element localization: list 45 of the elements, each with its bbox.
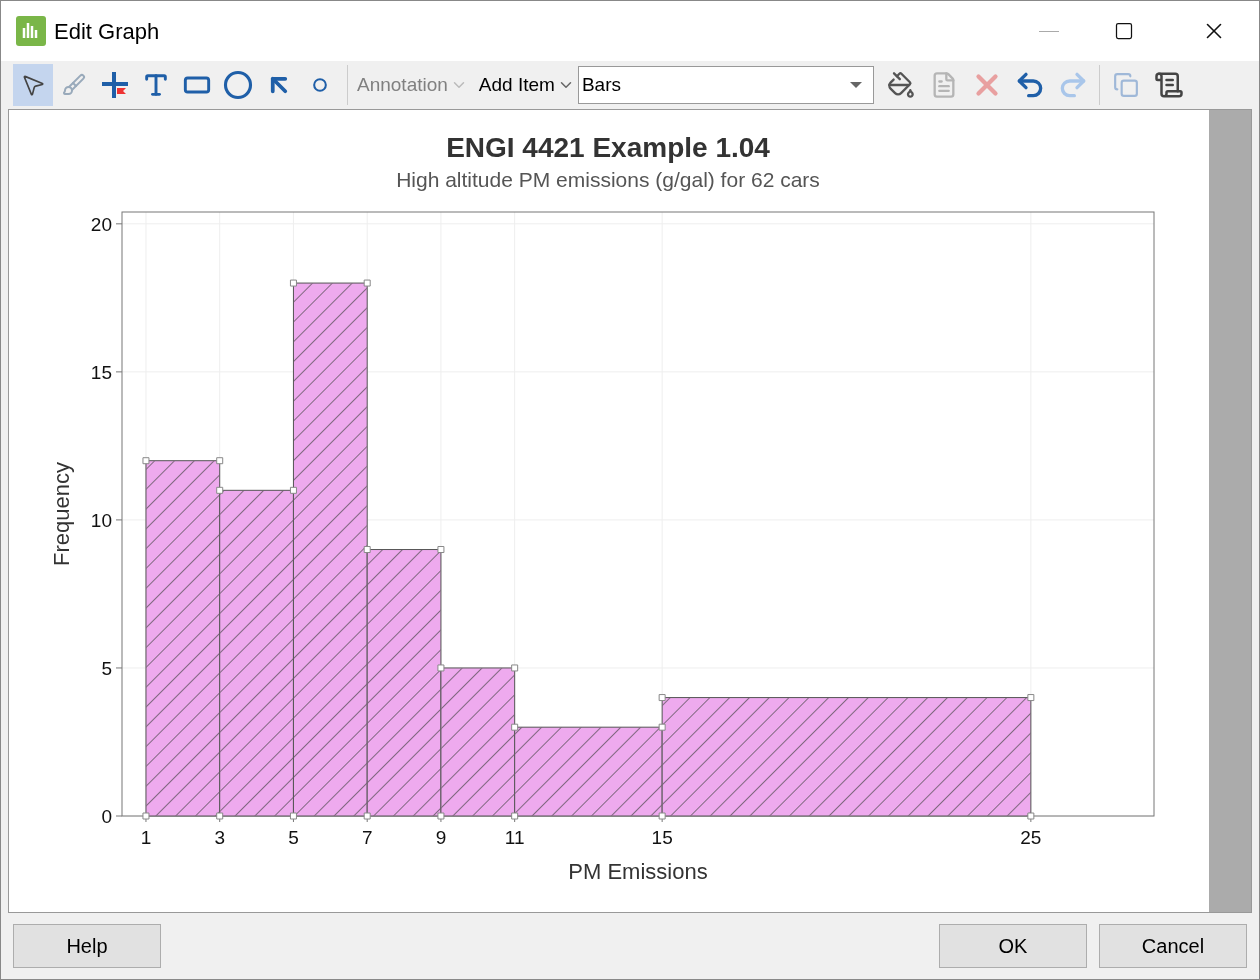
histogram-bar[interactable] [145, 460, 221, 817]
maximize-icon [1114, 21, 1134, 41]
ok-button[interactable]: OK [939, 924, 1087, 968]
window-title: Edit Graph [54, 17, 160, 46]
cancel-button[interactable]: Cancel [1099, 924, 1247, 968]
histogram-bar[interactable] [661, 697, 1032, 817]
app-logo-icon [16, 16, 46, 46]
text-icon [142, 71, 170, 99]
x-tick-label: 25 [1020, 827, 1042, 848]
paint-bucket-icon [886, 71, 915, 99]
scrollbar[interactable] [1209, 110, 1251, 912]
dropdown-value: Bars [581, 72, 622, 97]
y-tick-label: 15 [90, 361, 112, 383]
x-tick-label: 11 [504, 827, 525, 848]
histogram-bar[interactable] [292, 282, 368, 817]
dot-icon [313, 78, 327, 92]
copy-icon [1112, 72, 1139, 98]
brush-icon [62, 73, 86, 97]
y-tick-label: 20 [90, 213, 112, 235]
x-tick-label: 3 [214, 827, 225, 848]
y-tick-label: 10 [90, 509, 112, 531]
crosshair-flag-icon [100, 70, 130, 100]
chart-title: ENGI 4421 Example 1.04 [446, 132, 770, 163]
x-tick-label: 15 [651, 827, 673, 848]
y-tick-label: 5 [101, 657, 112, 679]
dropdown-arrow-icon [849, 82, 862, 88]
y-axis-label: Frequency [49, 462, 74, 566]
help-button[interactable]: Help [13, 924, 161, 968]
circle-icon [223, 70, 253, 100]
x-tick-label: 7 [361, 827, 373, 848]
scroll-icon [1153, 70, 1184, 100]
histogram-bar[interactable] [219, 489, 294, 817]
y-tick-label: 0 [101, 806, 112, 827]
pointer-tool[interactable] [13, 64, 53, 106]
histogram-bar[interactable] [366, 549, 442, 817]
item-dropdown[interactable]: Bars [577, 66, 874, 104]
chart-subtitle: High altitude PM emissions (g/gal) for 62 cars [396, 168, 820, 191]
x-axis-label: PM Emissions [568, 859, 708, 884]
x-tick-label: 1 [140, 827, 152, 848]
x-tick-label: 5 [288, 827, 299, 848]
x-tick-label: 9 [435, 827, 447, 848]
add-item-menu[interactable]: Add Item [476, 70, 577, 100]
histogram-bar[interactable] [514, 726, 663, 817]
minimize-icon [1039, 30, 1059, 32]
histogram-bar[interactable] [440, 667, 516, 817]
